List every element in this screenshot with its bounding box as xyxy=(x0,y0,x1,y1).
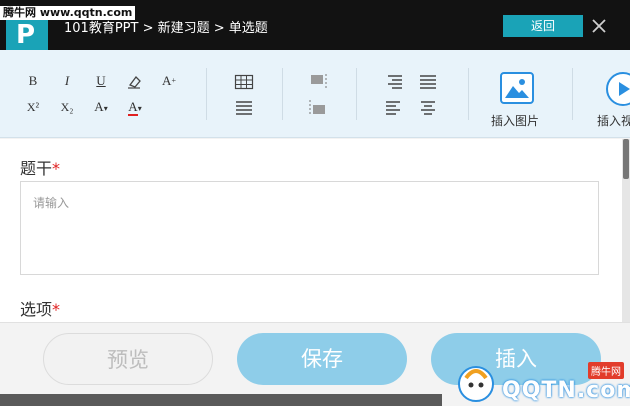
lines-icon[interactable] xyxy=(234,98,254,118)
toolbar-divider xyxy=(468,68,469,120)
align-right-icon[interactable] xyxy=(384,72,404,92)
editor-toolbar: B I U A+ X² X₂ A▾ A▾ 插入图片 插入视 xyxy=(0,50,630,138)
close-icon[interactable] xyxy=(589,14,609,38)
insert-video-label[interactable]: 插入视 xyxy=(597,112,630,129)
insert-table-icon[interactable] xyxy=(234,72,254,92)
align-left-icon[interactable] xyxy=(384,98,404,118)
scrollbar-thumb[interactable] xyxy=(623,139,629,179)
stem-placeholder: 请输入 xyxy=(33,196,70,210)
watermark-site-text: 腾牛网 www.qqtn.com xyxy=(0,6,136,20)
toolbar-divider xyxy=(206,68,207,120)
watermark-mascot-icon xyxy=(458,366,494,402)
align-bottom-icon[interactable] xyxy=(308,98,328,118)
watermark-logo-text: QQTN.com xyxy=(502,378,630,403)
insert-image-label[interactable]: 插入图片 xyxy=(491,112,539,129)
app-logo: P xyxy=(6,16,48,50)
subscript-button[interactable]: X₂ xyxy=(56,97,78,117)
save-button[interactable]: 保存 xyxy=(237,333,407,385)
bottom-bar xyxy=(0,394,442,406)
eraser-icon[interactable] xyxy=(124,71,144,91)
font-color-label: A xyxy=(128,99,138,116)
stem-label-text: 题干 xyxy=(20,159,53,178)
insert-video-icon[interactable] xyxy=(606,72,630,106)
back-button[interactable]: 返回 xyxy=(503,15,583,37)
stem-label: 题干* xyxy=(20,155,60,179)
vertical-scrollbar[interactable] xyxy=(622,139,630,322)
font-size-up-button[interactable]: A+ xyxy=(158,71,180,91)
italic-button[interactable]: I xyxy=(56,71,78,91)
app-logo-letter: P xyxy=(16,20,36,50)
insert-image-icon[interactable] xyxy=(500,72,534,104)
font-size-dropdown[interactable]: A▾ xyxy=(90,97,112,117)
required-mark: * xyxy=(52,159,61,178)
align-justify-icon[interactable] xyxy=(418,72,438,92)
underline-button[interactable]: U xyxy=(90,71,112,91)
toolbar-divider xyxy=(572,68,573,120)
required-mark: * xyxy=(52,300,61,319)
options-label-text: 选项 xyxy=(20,300,53,319)
toolbar-divider xyxy=(282,68,283,120)
align-center-icon[interactable] xyxy=(418,98,438,118)
toolbar-divider xyxy=(356,68,357,120)
align-top-icon[interactable] xyxy=(308,72,328,92)
bold-button[interactable]: B xyxy=(22,71,44,91)
font-size-label: A xyxy=(94,99,104,114)
superscript-button[interactable]: X² xyxy=(22,97,44,117)
watermark-logo: QQTN.com 腾牛网 xyxy=(450,358,630,406)
preview-button[interactable]: 预览 xyxy=(43,333,213,385)
stem-input[interactable]: 请输入 xyxy=(20,181,599,275)
watermark-logo-tag: 腾牛网 xyxy=(588,362,624,379)
options-label: 选项* xyxy=(20,296,60,320)
question-form: 题干* 请输入 选项* xyxy=(0,139,622,322)
font-color-dropdown[interactable]: A▾ xyxy=(124,97,146,117)
